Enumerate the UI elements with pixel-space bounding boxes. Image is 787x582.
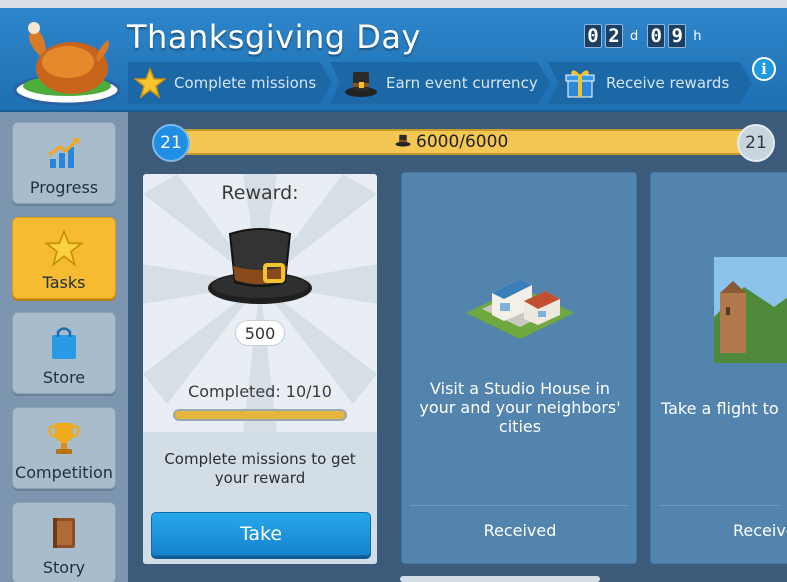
sidebar-item-label: Story xyxy=(42,558,86,577)
sidebar-item-tasks[interactable]: Tasks xyxy=(12,217,116,299)
pilgrim-hat-icon xyxy=(208,228,312,304)
take-reward-button[interactable]: Take xyxy=(151,512,371,556)
task-card[interactable]: Take a flight to Receive xyxy=(650,172,787,564)
sidebar-item-label: Store xyxy=(42,368,86,387)
timer-digit: 0 xyxy=(584,24,602,48)
step-earn-currency: Earn event currency xyxy=(330,62,550,104)
trophy-icon xyxy=(44,418,84,458)
landscape-image xyxy=(714,257,787,363)
reward-card: Reward: Completed: 10/10 Complete missio… xyxy=(143,174,377,564)
book-icon xyxy=(44,513,84,553)
sidebar-item-label: Tasks xyxy=(42,273,86,292)
shopping-bag-icon xyxy=(44,323,84,363)
progress-chart-icon xyxy=(44,133,84,173)
sidebar-item-store[interactable]: Store xyxy=(12,312,116,394)
task-status: Receive xyxy=(733,521,787,540)
current-level-badge: 21 xyxy=(152,124,190,162)
horizontal-scrollbar[interactable] xyxy=(400,576,600,582)
timer-digit: 9 xyxy=(668,24,687,48)
event-header: Thanksgiving Day 0 2 d 0 9 h Complete mi… xyxy=(0,0,787,112)
info-button[interactable]: i xyxy=(752,57,776,81)
task-description: Visit a Studio House in your and your ne… xyxy=(419,379,621,436)
timer-hours-unit: h xyxy=(693,28,702,44)
step-label: Complete missions xyxy=(174,74,317,92)
completed-count: Completed: 10/10 xyxy=(188,382,332,401)
step-receive-rewards: Receive rewards xyxy=(548,62,752,104)
divider xyxy=(659,505,779,506)
step-complete-missions: Complete missions xyxy=(128,62,332,104)
progress-readout: 6000/6000 xyxy=(394,132,508,152)
task-status: Received xyxy=(483,521,557,540)
sidebar-item-progress[interactable]: Progress xyxy=(12,122,116,204)
star-icon xyxy=(44,228,84,268)
step-label: Receive rewards xyxy=(606,74,730,92)
reward-label: Reward: xyxy=(221,182,299,204)
timer-digit: 0 xyxy=(647,24,666,48)
pilgrim-hat-icon xyxy=(394,132,412,152)
progress-text: 6000/6000 xyxy=(416,132,509,152)
sidebar-item-competition[interactable]: Competition xyxy=(12,407,116,489)
pilgrim-hat-icon xyxy=(344,65,378,101)
timer-digit: 2 xyxy=(605,24,623,48)
timer-days-unit: d xyxy=(630,28,639,44)
reward-description: Complete missions to get your reward xyxy=(164,450,356,487)
star-icon xyxy=(134,65,166,101)
reward-progress-bar xyxy=(173,409,347,421)
gift-icon xyxy=(562,65,598,101)
step-label: Earn event currency xyxy=(386,74,538,92)
event-title: Thanksgiving Day xyxy=(127,18,421,56)
reward-description-panel: Complete missions to get your reward Tak… xyxy=(143,432,377,564)
task-card[interactable]: Visit a Studio House in your and your ne… xyxy=(401,172,637,564)
divider xyxy=(410,505,628,506)
next-level-badge: 21 xyxy=(737,124,775,162)
studio-house-image xyxy=(466,279,574,339)
task-description: Take a flight to xyxy=(661,399,779,418)
event-steps: Complete missions Earn event currency Re… xyxy=(128,62,750,104)
reward-amount-badge: 500 xyxy=(235,320,285,346)
event-countdown: 0 2 d 0 9 h xyxy=(584,24,708,48)
sidebar-item-label: Progress xyxy=(29,178,99,197)
sidebar-item-story[interactable]: Story xyxy=(12,502,116,582)
sidebar-item-label: Competition xyxy=(15,463,113,482)
turkey-icon xyxy=(13,22,121,106)
